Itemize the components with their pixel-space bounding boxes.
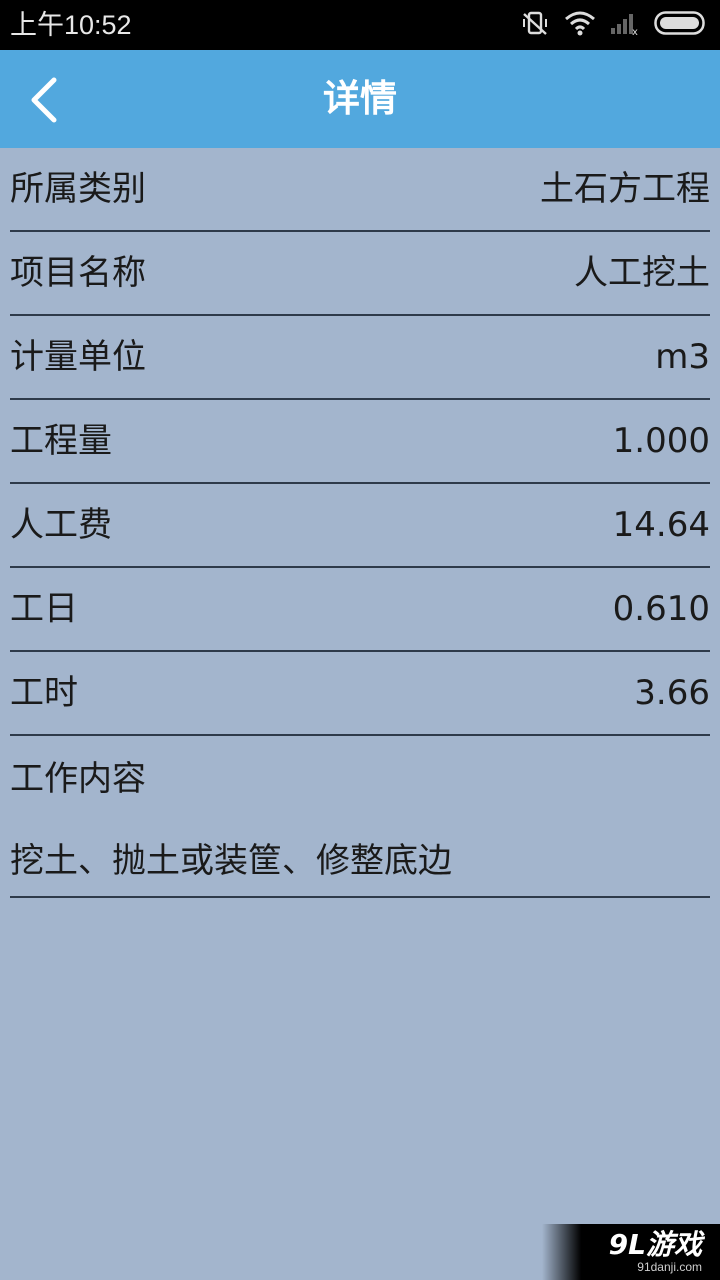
watermark-logo: 9L游戏 xyxy=(608,1228,702,1261)
detail-row-labor-cost: 人工费 14.64 xyxy=(10,484,710,568)
detail-row-item-name: 项目名称 人工挖土 xyxy=(10,232,710,316)
work-content-text: 挖土、抛土或装筐、修整底边 xyxy=(10,841,452,881)
row-label: 工程量 xyxy=(10,421,112,461)
row-value: 3.66 xyxy=(634,673,710,713)
status-icons: x xyxy=(520,10,708,40)
work-content-section: 工作内容 挖土、抛土或装筐、修整底边 xyxy=(10,736,710,898)
vibrate-off-icon xyxy=(520,8,550,42)
status-bar: 上午10:52 x xyxy=(0,0,720,50)
row-value: 0.610 xyxy=(612,589,710,629)
detail-row-unit: 计量单位 m3 xyxy=(10,316,710,400)
signal-icon: x xyxy=(610,10,640,40)
wifi-icon xyxy=(564,10,596,40)
row-value: m3 xyxy=(655,337,710,377)
page-title: 详情 xyxy=(323,77,397,120)
row-label: 所属类别 xyxy=(10,169,146,209)
title-bar: 详情 xyxy=(0,50,720,148)
row-label: 项目名称 xyxy=(10,253,146,293)
row-value: 1.000 xyxy=(612,421,710,461)
status-time: 上午10:52 xyxy=(10,10,132,40)
row-label: 人工费 xyxy=(10,505,112,545)
svg-text:x: x xyxy=(632,27,638,36)
row-label: 计量单位 xyxy=(10,337,146,377)
detail-row-workdays: 工日 0.610 xyxy=(10,568,710,652)
watermark-url: 91danji.com xyxy=(637,1260,702,1274)
battery-icon xyxy=(654,10,708,40)
row-value: 人工挖土 xyxy=(574,253,710,293)
row-value: 14.64 xyxy=(612,505,710,545)
detail-row-quantity: 工程量 1.000 xyxy=(10,400,710,484)
row-label: 工日 xyxy=(10,589,78,629)
row-label: 工时 xyxy=(10,673,78,713)
detail-row-work-hours: 工时 3.66 xyxy=(10,652,710,736)
detail-row-category: 所属类别 土石方工程 xyxy=(10,148,710,232)
row-value: 土石方工程 xyxy=(540,169,710,209)
watermark: 9L游戏 91danji.com xyxy=(542,1224,720,1280)
work-content-label: 工作内容 xyxy=(10,759,146,799)
detail-list: 所属类别 土石方工程 项目名称 人工挖土 计量单位 m3 工程量 1.000 人… xyxy=(0,148,720,898)
